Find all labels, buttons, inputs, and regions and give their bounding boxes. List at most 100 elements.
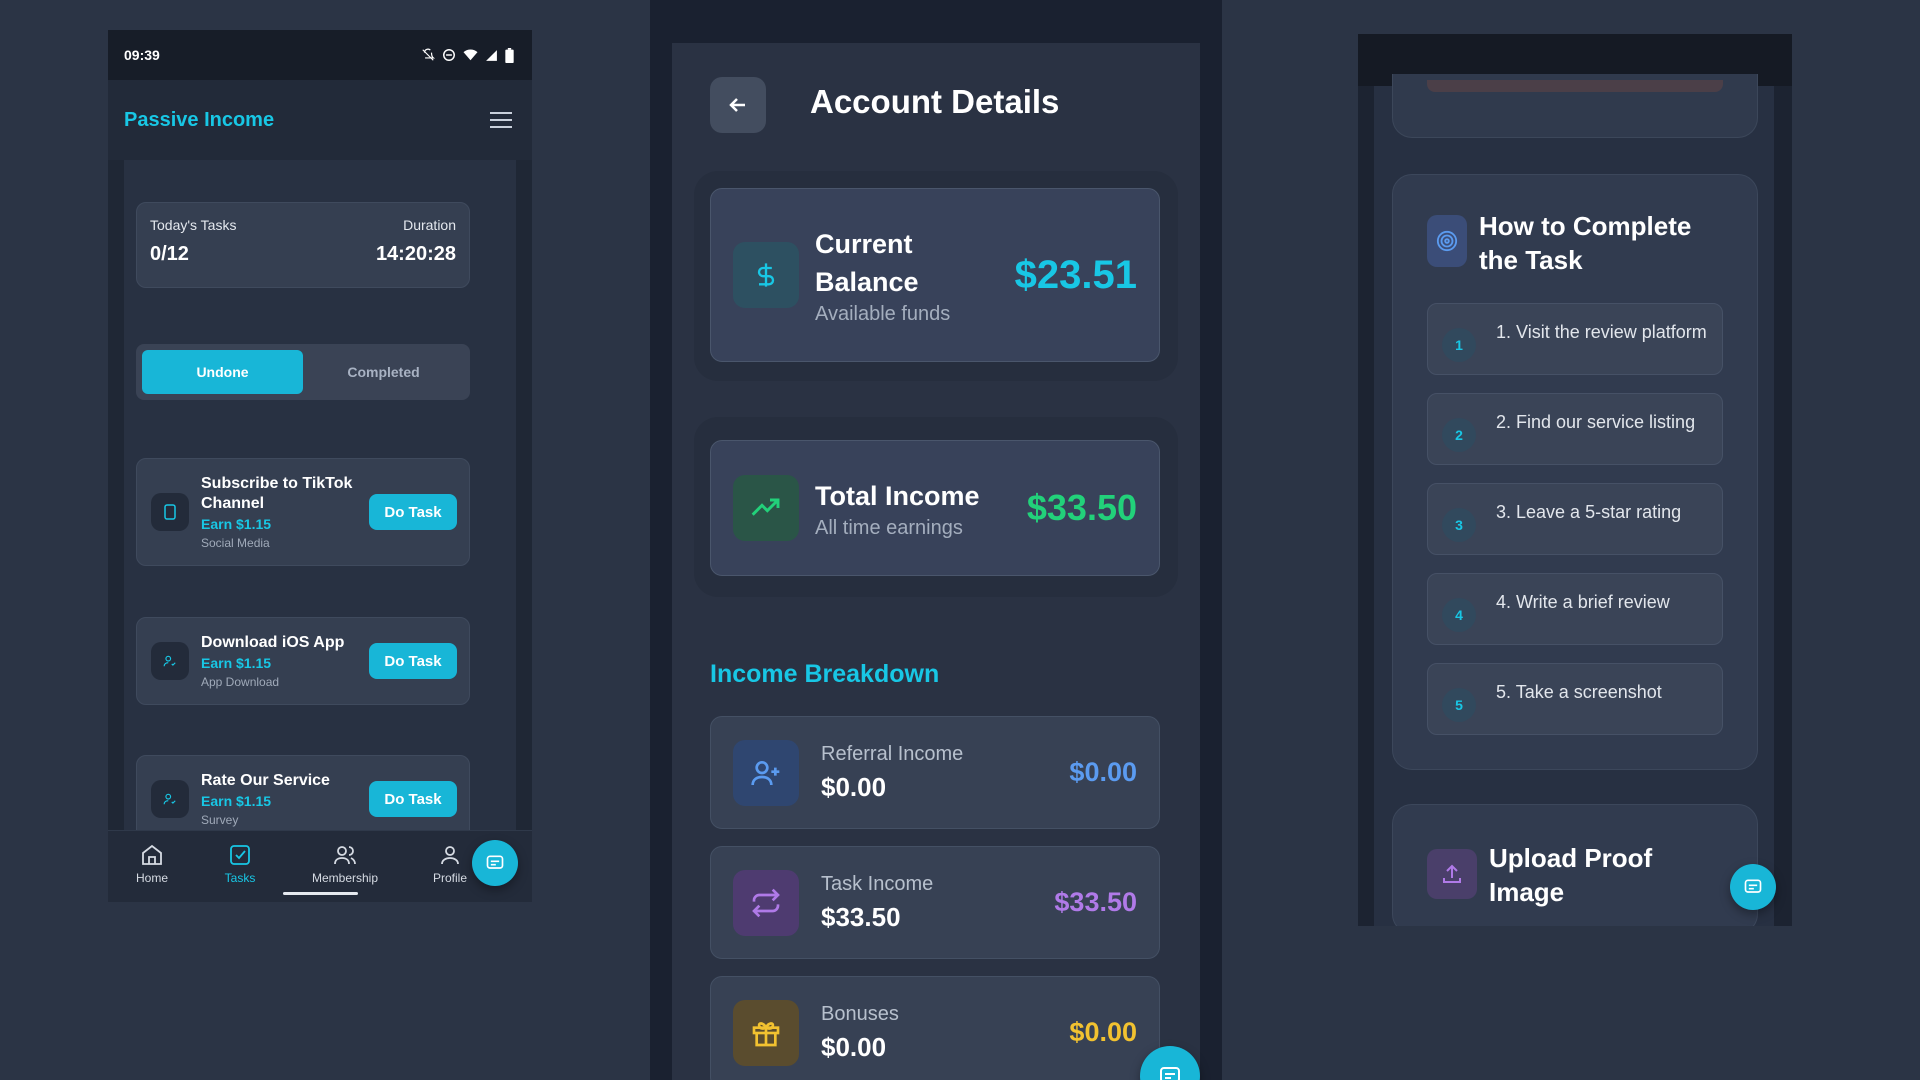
nav-label: Tasks <box>224 871 256 885</box>
gift-icon <box>752 1021 780 1046</box>
user-check-icon <box>163 793 176 805</box>
task-filter-toggle: Undone Completed <box>136 344 470 400</box>
user-plus-icon <box>751 760 780 785</box>
tab-undone[interactable]: Undone <box>142 350 303 394</box>
breakdown-label: Referral Income <box>821 742 964 765</box>
status-bar: 09:39 <box>108 30 532 80</box>
breakdown-label: Bonuses <box>821 1002 899 1025</box>
duration-value: 14:20:28 <box>375 243 456 265</box>
task-earn: Earn $1.15 <box>201 655 272 671</box>
app-title: Passive Income <box>124 108 275 131</box>
do-task-button[interactable]: Do Task <box>369 781 457 817</box>
step-number: 1 <box>1442 328 1476 362</box>
signal-icon <box>486 49 497 61</box>
chat-fab[interactable] <box>472 840 518 886</box>
breakdown-value: $0.00 <box>1069 757 1137 787</box>
task-item: Download iOS App Earn $1.15 App Download… <box>136 617 470 705</box>
duration-label: Duration <box>403 217 456 233</box>
balance-label: Current Balance <box>815 228 919 297</box>
breakdown-item-bonuses: Bonuses $0.00 $0.00 <box>710 976 1160 1080</box>
home-icon <box>142 844 162 865</box>
step-text: 2. Find our service listing <box>1496 412 1696 432</box>
target-icon <box>1436 230 1458 252</box>
task-category: Social Media <box>201 536 270 550</box>
home-indicator <box>283 892 358 895</box>
task-name: Rate Our Service <box>201 772 330 789</box>
chat-icon <box>486 855 504 869</box>
account-details-screen: Account Details Current Balance Availabl… <box>650 0 1222 1080</box>
today-tasks-card: Today's Tasks Duration 0/12 14:20:28 <box>136 202 470 288</box>
chat-fab[interactable] <box>1730 864 1776 910</box>
step-item: 2 2. Find our service listing <box>1427 393 1723 465</box>
income-value: $33.50 <box>1026 487 1137 528</box>
bell-off-icon <box>422 48 435 61</box>
trending-up-icon <box>751 498 780 516</box>
breakdown-item-task: Task Income $33.50 $33.50 <box>710 846 1160 959</box>
task-earn: Earn $1.15 <box>201 516 272 532</box>
do-not-disturb-icon <box>443 49 455 61</box>
phone-icon <box>164 504 176 520</box>
wifi-icon <box>463 49 478 61</box>
nav-label: Membership <box>311 871 379 885</box>
breakdown-amount: $33.50 <box>821 901 901 932</box>
menu-icon[interactable] <box>490 111 512 129</box>
page-title: Account Details <box>810 83 1060 120</box>
user-check-icon <box>163 655 176 667</box>
balance-sub: Available funds <box>815 302 951 325</box>
task-category: Survey <box>201 813 239 827</box>
step-text: 1. Visit the review platform <box>1496 322 1707 342</box>
balance-value: $23.51 <box>1014 252 1137 297</box>
nav-home[interactable]: Home <box>108 831 196 902</box>
back-button[interactable] <box>710 77 766 133</box>
step-number: 2 <box>1442 418 1476 452</box>
step-item: 1 1. Visit the review platform <box>1427 303 1723 375</box>
app-bar: Passive Income <box>108 80 532 160</box>
step-number: 3 <box>1442 508 1476 542</box>
nav-label: Home <box>135 871 168 885</box>
current-balance-card: Current Balance Available funds $23.51 <box>710 188 1160 362</box>
tab-completed[interactable]: Completed <box>303 350 464 394</box>
breakdown-amount: $0.00 <box>821 771 887 802</box>
income-label: Total Income <box>815 480 980 511</box>
upload-icon <box>1443 864 1461 883</box>
step-number: 4 <box>1442 598 1476 632</box>
do-task-button[interactable]: Do Task <box>369 643 457 679</box>
income-sub: All time earnings <box>815 516 963 539</box>
task-detail-screen: How to Complete the Task 1 1. Visit the … <box>1358 34 1792 926</box>
step-item: 5 5. Take a screenshot <box>1427 663 1723 735</box>
total-income-card: Total Income All time earnings $33.50 <box>710 440 1160 576</box>
breakdown-value: $33.50 <box>1054 887 1137 917</box>
breakdown-title: Income Breakdown <box>710 660 940 688</box>
step-item: 3 3. Leave a 5-star rating <box>1427 483 1723 555</box>
do-task-button[interactable]: Do Task <box>369 494 457 530</box>
breakdown-item-referral: Referral Income $0.00 $0.00 <box>710 716 1160 829</box>
step-text: 5. Take a screenshot <box>1496 682 1662 702</box>
task-earn: Earn $1.15 <box>201 793 272 809</box>
task-list-screen: 09:39 Passive Income Today's Tasks Durat… <box>108 30 532 902</box>
upload-title: Upload Proof Image <box>1489 843 1653 907</box>
how-to-complete-card: How to Complete the Task 1 1. Visit the … <box>1392 174 1758 770</box>
breakdown-label: Task Income <box>821 872 934 895</box>
arrow-left-icon <box>729 98 745 112</box>
status-time: 09:39 <box>124 47 160 63</box>
upload-proof-card[interactable]: Upload Proof Image <box>1392 804 1758 926</box>
checkbox-icon <box>230 845 250 865</box>
step-number: 5 <box>1442 688 1476 722</box>
users-icon <box>334 846 356 865</box>
task-category: App Download <box>201 675 280 689</box>
step-text: 4. Write a brief review <box>1496 592 1670 612</box>
task-item: Subscribe to TikTok Channel Earn $1.15 S… <box>136 458 470 566</box>
step-item: 4 4. Write a brief review <box>1427 573 1723 645</box>
task-name: Subscribe to TikTok Channel <box>201 475 353 512</box>
dollar-icon <box>757 263 775 287</box>
nav-tasks[interactable]: Tasks <box>196 831 284 902</box>
battery-icon <box>505 47 514 63</box>
breakdown-value: $0.00 <box>1069 1017 1137 1047</box>
breakdown-amount: $0.00 <box>821 1031 887 1062</box>
user-icon <box>441 846 459 865</box>
step-text: 3. Leave a 5-star rating <box>1496 502 1682 522</box>
tasks-label: Today's Tasks <box>150 217 237 233</box>
chat-icon <box>1160 1067 1180 1080</box>
chat-icon <box>1744 879 1762 893</box>
nav-label: Profile <box>432 871 467 885</box>
